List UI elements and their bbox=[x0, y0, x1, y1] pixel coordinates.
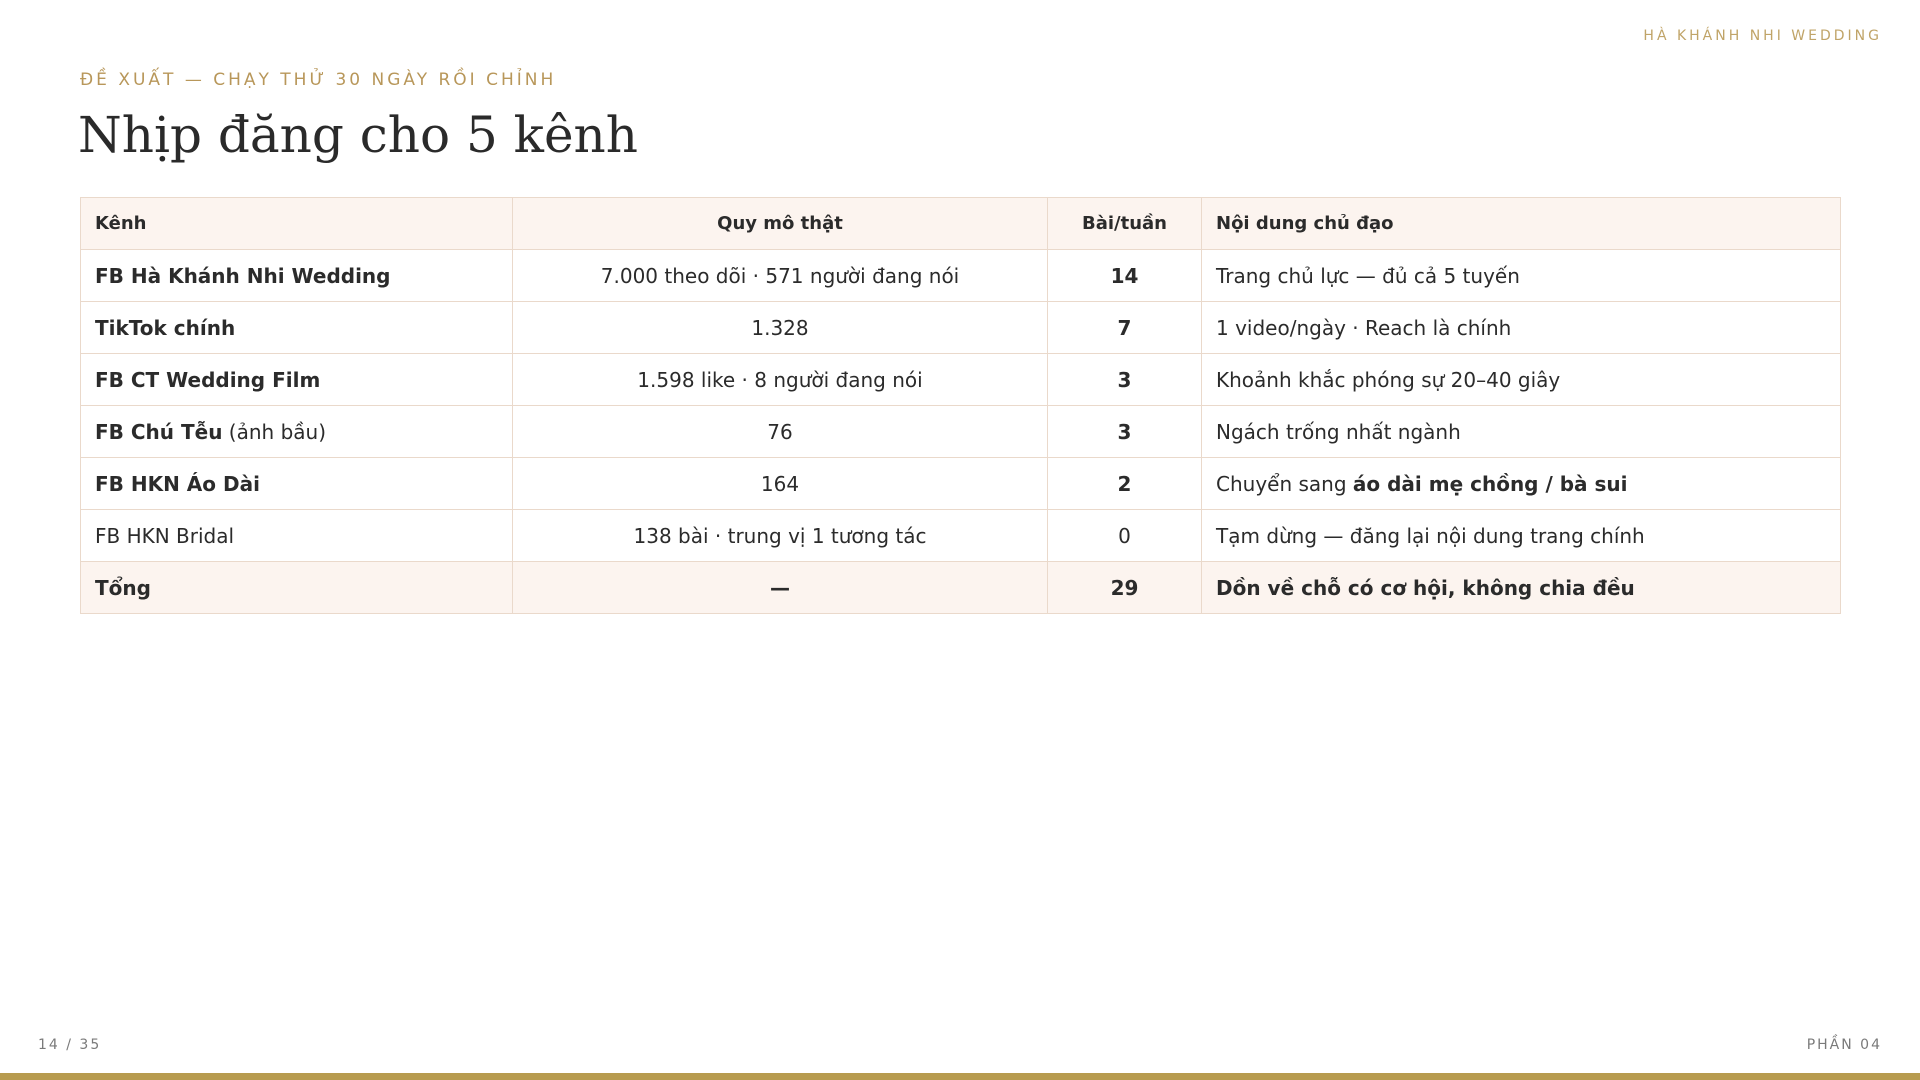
channel-name: FB Hà Khánh Nhi Wedding bbox=[95, 263, 391, 288]
channel-name: FB HKN Bridal bbox=[95, 523, 235, 548]
cell-channel: TikTok chính bbox=[80, 301, 513, 354]
channel-name: FB CT Wedding Film bbox=[95, 367, 321, 392]
cell-scale: 7.000 theo dõi · 571 người đang nói bbox=[512, 249, 1048, 302]
brand-label: HÀ KHÁNH NHI WEDDING bbox=[1643, 28, 1882, 44]
content-text: Chuyển sang bbox=[1216, 471, 1353, 496]
cell-posts: 3 bbox=[1047, 353, 1202, 406]
table-row: FB Chú Tễu (ảnh bầu) 76 3 Ngách trống nh… bbox=[80, 405, 1841, 458]
header-scale: Quy mô thật bbox=[512, 197, 1048, 250]
cell-scale: 164 bbox=[512, 457, 1048, 510]
header-channel: Kênh bbox=[80, 197, 513, 250]
cell-scale: 138 bài · trung vị 1 tương tác bbox=[512, 509, 1048, 562]
total-scale: — bbox=[512, 561, 1048, 614]
cell-scale: 1.328 bbox=[512, 301, 1048, 354]
cell-content: Khoảnh khắc phóng sự 20–40 giây bbox=[1201, 353, 1841, 406]
cell-content: Ngách trống nhất ngành bbox=[1201, 405, 1841, 458]
cell-channel: FB HKN Bridal bbox=[80, 509, 513, 562]
table-row: FB CT Wedding Film 1.598 like · 8 người … bbox=[80, 353, 1841, 406]
page-title: Nhịp đăng cho 5 kênh bbox=[78, 106, 638, 164]
cell-channel: FB CT Wedding Film bbox=[80, 353, 513, 406]
table-row: FB HKN Áo Dài 164 2 Chuyển sang áo dài m… bbox=[80, 457, 1841, 510]
content-emphasis: áo dài mẹ chồng / bà sui bbox=[1352, 471, 1628, 496]
channel-name: FB HKN Áo Dài bbox=[95, 471, 260, 496]
cell-channel: FB Hà Khánh Nhi Wedding bbox=[80, 249, 513, 302]
cell-content: Trang chủ lực — đủ cả 5 tuyến bbox=[1201, 249, 1841, 302]
cell-scale: 1.598 like · 8 người đang nói bbox=[512, 353, 1048, 406]
table-header-row: Kênh Quy mô thật Bài/tuần Nội dung chủ đ… bbox=[80, 197, 1841, 250]
cell-channel: FB HKN Áo Dài bbox=[80, 457, 513, 510]
cell-posts: 2 bbox=[1047, 457, 1202, 510]
channel-name: TikTok chính bbox=[95, 315, 236, 340]
table-row: FB Hà Khánh Nhi Wedding 7.000 theo dõi ·… bbox=[80, 249, 1841, 302]
cell-content: 1 video/ngày · Reach là chính bbox=[1201, 301, 1841, 354]
cell-scale: 76 bbox=[512, 405, 1048, 458]
table-row: FB HKN Bridal 138 bài · trung vị 1 tương… bbox=[80, 509, 1841, 562]
cell-channel: FB Chú Tễu (ảnh bầu) bbox=[80, 405, 513, 458]
cell-content: Chuyển sang áo dài mẹ chồng / bà sui bbox=[1201, 457, 1841, 510]
section-kicker: ĐỀ XUẤT — CHẠY THỬ 30 NGÀY RỒI CHỈNH bbox=[80, 70, 557, 90]
channel-name: FB Chú Tễu bbox=[95, 419, 223, 444]
header-content: Nội dung chủ đạo bbox=[1201, 197, 1841, 250]
posting-schedule-table: Kênh Quy mô thật Bài/tuần Nội dung chủ đ… bbox=[80, 197, 1841, 614]
cell-posts: 0 bbox=[1047, 509, 1202, 562]
cell-content: Tạm dừng — đăng lại nội dung trang chính bbox=[1201, 509, 1841, 562]
total-label: Tổng bbox=[80, 561, 513, 614]
cell-posts: 14 bbox=[1047, 249, 1202, 302]
table-row: TikTok chính 1.328 7 1 video/ngày · Reac… bbox=[80, 301, 1841, 354]
section-label: PHẦN 04 bbox=[1806, 1037, 1882, 1053]
total-content: Dồn về chỗ có cơ hội, không chia đều bbox=[1201, 561, 1841, 614]
header-posts: Bài/tuần bbox=[1047, 197, 1202, 250]
page-number: 14 / 35 bbox=[38, 1037, 102, 1053]
cell-posts: 3 bbox=[1047, 405, 1202, 458]
channel-note: (ảnh bầu) bbox=[228, 419, 326, 444]
bottom-accent-bar bbox=[0, 1073, 1920, 1080]
cell-posts: 7 bbox=[1047, 301, 1202, 354]
total-posts: 29 bbox=[1047, 561, 1202, 614]
posting-schedule-table-wrapper: Kênh Quy mô thật Bài/tuần Nội dung chủ đ… bbox=[80, 197, 1841, 614]
table-total-row: Tổng — 29 Dồn về chỗ có cơ hội, không ch… bbox=[80, 561, 1841, 614]
